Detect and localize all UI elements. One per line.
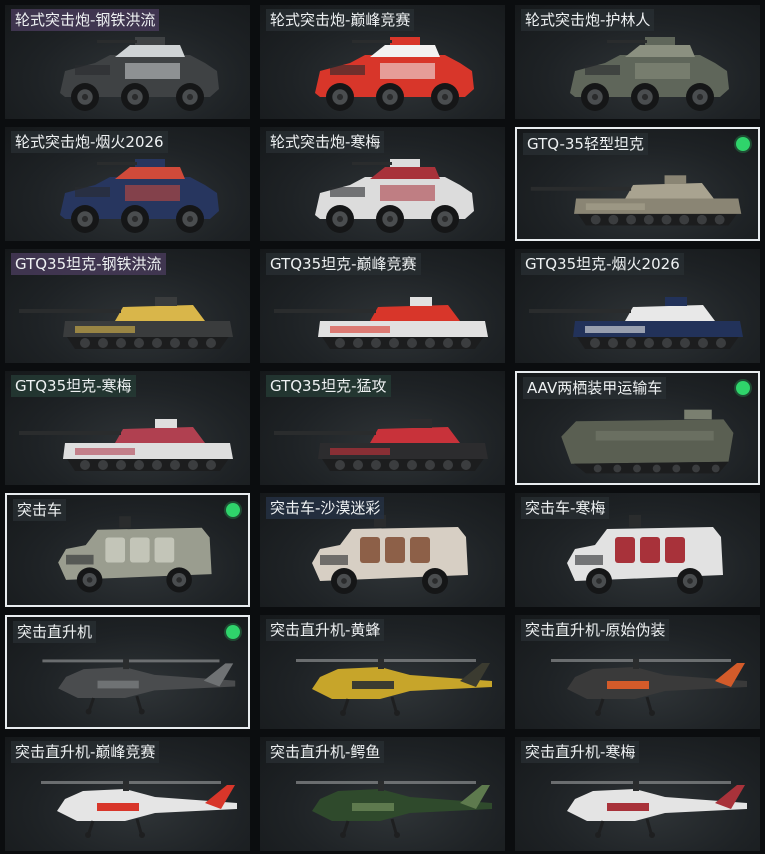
vehicle-skin-card[interactable]: 突击车-寒梅 (515, 493, 760, 607)
vehicle-skin-name: 突击直升机-原始伪装 (521, 619, 670, 641)
vehicle-skin-name: 轮式突击炮-钢铁洪流 (11, 9, 160, 31)
vehicle-skin-name: 突击车-沙漠迷彩 (266, 497, 385, 519)
equipped-indicator-icon (226, 503, 240, 517)
vehicle-skin-name: 突击车-寒梅 (521, 497, 610, 519)
vehicle-skin-name: 突击直升机-黄蜂 (266, 619, 385, 641)
vehicle-skin-name: GTQ35坦克-猛攻 (266, 375, 391, 397)
vehicle-skin-card[interactable]: 突击直升机-鳄鱼 (260, 737, 505, 851)
vehicle-skin-card[interactable]: GTQ35坦克-巅峰竞赛 (260, 249, 505, 363)
vehicle-skin-name: 突击车 (13, 499, 67, 521)
vehicle-skin-name: 突击直升机-鳄鱼 (266, 741, 385, 763)
vehicle-skin-card[interactable]: 突击车 (5, 493, 250, 607)
vehicle-skin-name: 轮式突击炮-寒梅 (266, 131, 385, 153)
equipped-indicator-icon (736, 137, 750, 151)
vehicle-skin-card[interactable]: 轮式突击炮-钢铁洪流 (5, 5, 250, 119)
vehicle-skin-name: GTQ35坦克-寒梅 (11, 375, 136, 397)
vehicle-skin-card[interactable]: 突击直升机-原始伪装 (515, 615, 760, 729)
vehicle-skin-card[interactable]: GTQ35坦克-钢铁洪流 (5, 249, 250, 363)
vehicle-skin-card[interactable]: 轮式突击炮-烟火2026 (5, 127, 250, 241)
vehicle-skin-name: 轮式突击炮-烟火2026 (11, 131, 168, 153)
equipped-indicator-icon (736, 381, 750, 395)
vehicle-skin-card[interactable]: GTQ35坦克-寒梅 (5, 371, 250, 485)
vehicle-skin-card[interactable]: 轮式突击炮-护林人 (515, 5, 760, 119)
vehicle-skin-name: 突击直升机-寒梅 (521, 741, 640, 763)
vehicle-skin-card[interactable]: AAV两栖装甲运输车 (515, 371, 760, 485)
vehicle-skin-card[interactable]: 突击直升机-巅峰竞赛 (5, 737, 250, 851)
vehicle-skin-card[interactable]: 突击直升机-黄蜂 (260, 615, 505, 729)
vehicle-skin-card[interactable]: 轮式突击炮-巅峰竞赛 (260, 5, 505, 119)
vehicle-skin-card[interactable]: 突击直升机 (5, 615, 250, 729)
vehicle-skin-name: AAV两栖装甲运输车 (523, 377, 667, 399)
vehicle-skin-name: GTQ35坦克-烟火2026 (521, 253, 684, 275)
vehicle-skin-name: GTQ-35轻型坦克 (523, 133, 648, 155)
vehicle-skin-name: GTQ35坦克-巅峰竞赛 (266, 253, 421, 275)
vehicle-skin-card[interactable]: GTQ-35轻型坦克 (515, 127, 760, 241)
vehicle-skin-card[interactable]: GTQ35坦克-猛攻 (260, 371, 505, 485)
vehicle-skin-name: GTQ35坦克-钢铁洪流 (11, 253, 166, 275)
vehicle-skin-name: 轮式突击炮-巅峰竞赛 (266, 9, 415, 31)
equipped-indicator-icon (226, 625, 240, 639)
vehicle-skin-name: 轮式突击炮-护林人 (521, 9, 655, 31)
vehicle-skin-card[interactable]: 突击直升机-寒梅 (515, 737, 760, 851)
vehicle-skin-grid: 轮式突击炮-钢铁洪流 轮式突击炮-巅峰竞赛 轮式突击炮-护林人轮式突击炮-烟火202… (5, 5, 760, 851)
vehicle-skin-name: 突击直升机 (13, 621, 97, 643)
vehicle-skin-name: 突击直升机-巅峰竞赛 (11, 741, 160, 763)
vehicle-skin-card[interactable]: GTQ35坦克-烟火2026 (515, 249, 760, 363)
vehicle-skin-card[interactable]: 轮式突击炮-寒梅 (260, 127, 505, 241)
vehicle-skin-card[interactable]: 突击车-沙漠迷彩 (260, 493, 505, 607)
